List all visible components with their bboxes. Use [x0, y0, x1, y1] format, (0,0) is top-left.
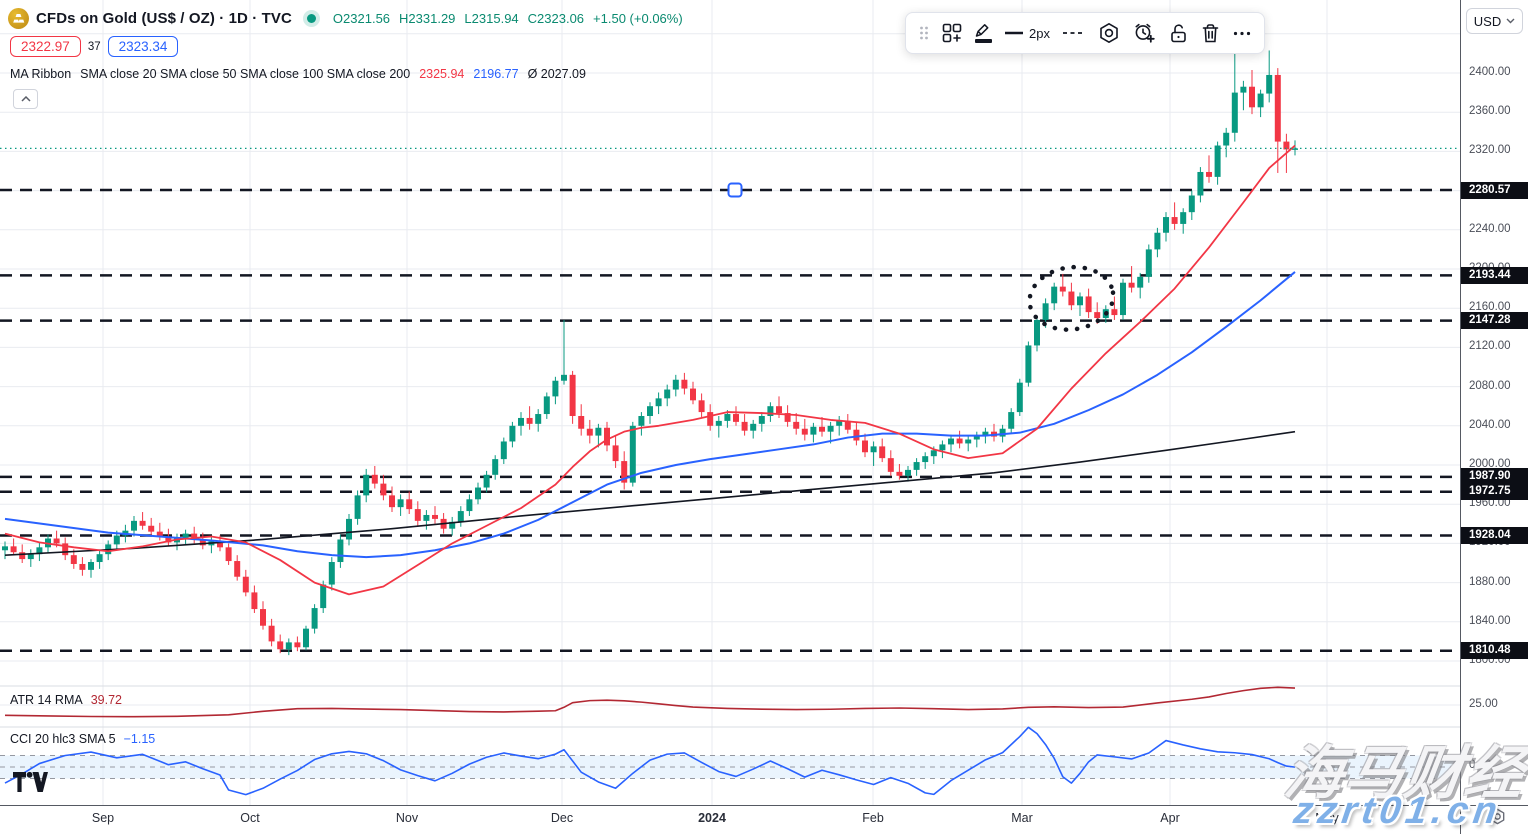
time-label: Dec — [551, 811, 573, 825]
add-alert-icon[interactable] — [1133, 22, 1156, 44]
grid-layer — [0, 0, 1460, 805]
gold-coin-icon — [8, 8, 29, 29]
price-level-badge: 1928.04 — [1461, 527, 1528, 544]
ma-lines-layer — [5, 146, 1295, 595]
drawing-toolbar: 2px — [905, 12, 1265, 54]
settings-icon[interactable] — [1098, 22, 1120, 44]
watermark-url: zzrt01.cn — [1291, 790, 1505, 833]
chevron-down-icon — [1506, 18, 1515, 24]
change-value: +1.50 (+0.06%) — [593, 11, 683, 26]
price-tick: 1880.00 — [1469, 576, 1511, 588]
time-label: Apr — [1160, 811, 1179, 825]
time-label: 2024 — [698, 811, 726, 825]
price-tick: 2040.00 — [1469, 419, 1511, 431]
atr-label: ATR 14 RMA — [10, 693, 83, 707]
time-label: Mar — [1011, 811, 1033, 825]
unlock-icon[interactable] — [1169, 23, 1188, 44]
drawing-anchor-handle[interactable] — [729, 184, 742, 197]
indicator-name: MA Ribbon — [10, 67, 71, 81]
sma-average-value: Ø 2027.09 — [528, 67, 586, 81]
buy-button[interactable]: 2323.34 — [108, 36, 179, 57]
low-value: 2315.94 — [472, 11, 519, 26]
price-tick: 2080.00 — [1469, 380, 1511, 392]
line-width-label: 2px — [1029, 26, 1050, 41]
price-level-badge: 2147.28 — [1461, 312, 1528, 329]
ohlc-readout: O2321.56 H2331.29 L2315.94 C2323.06 +1.5… — [333, 11, 683, 26]
close-value: 2323.06 — [537, 11, 584, 26]
candles-layer — [2, 50, 1298, 655]
cci-value: −1.15 — [124, 732, 156, 746]
price-level-badge: 1972.75 — [1461, 483, 1528, 500]
indicator-axis-tick: 25.00 — [1469, 698, 1498, 710]
symbol-title[interactable]: CFDs on Gold (US$ / OZ) · 1D · TVC — [36, 10, 292, 27]
price-tick: 2120.00 — [1469, 340, 1511, 352]
indicator-params: SMA close 20 SMA close 50 SMA close 100 … — [80, 67, 410, 81]
currency-dropdown[interactable]: USD — [1466, 8, 1523, 34]
add-to-templates-icon[interactable] — [942, 23, 962, 43]
price-tick: 2360.00 — [1469, 105, 1511, 117]
symbol-header: CFDs on Gold (US$ / OZ) · 1D · TVC O2321… — [8, 8, 683, 29]
atr-value: 39.72 — [91, 693, 122, 707]
ma-ribbon-legend[interactable]: MA Ribbon SMA close 20 SMA close 50 SMA … — [10, 67, 586, 81]
price-axis[interactable]: 2400.002360.002320.002240.002200.002160.… — [1461, 0, 1528, 805]
price-tick: 1840.00 — [1469, 615, 1511, 627]
atr-legend[interactable]: ATR 14 RMA 39.72 — [10, 693, 122, 707]
delete-icon[interactable] — [1201, 23, 1220, 44]
sell-button[interactable]: 2322.97 — [10, 36, 81, 57]
time-label: Feb — [862, 811, 884, 825]
price-tick: 2400.00 — [1469, 66, 1511, 78]
open-value: 2321.56 — [343, 11, 390, 26]
price-level-badge: 2280.57 — [1461, 182, 1528, 199]
price-tick: 2240.00 — [1469, 223, 1511, 235]
chart-canvas[interactable] — [0, 0, 1528, 834]
collapse-legend-button[interactable] — [13, 89, 38, 109]
line-color-picker[interactable] — [975, 24, 992, 43]
cci-label: CCI 20 hlc3 SMA 5 — [10, 732, 116, 746]
time-label: Sep — [92, 811, 114, 825]
more-options-icon[interactable] — [1233, 31, 1251, 36]
tradingview-logo[interactable] — [12, 770, 48, 799]
high-value: 2331.29 — [408, 11, 455, 26]
atr-line — [5, 687, 1295, 716]
price-level-badge: 1810.48 — [1461, 642, 1528, 659]
selected-color-swatch — [975, 39, 992, 43]
line-style-control[interactable] — [1063, 31, 1085, 35]
time-label: Nov — [396, 811, 418, 825]
currency-label: USD — [1474, 14, 1501, 29]
bid-ask-row: 2322.97 37 2323.34 — [10, 36, 178, 57]
trading-chart-window: CFDs on Gold (US$ / OZ) · 1D · TVC O2321… — [0, 0, 1528, 834]
cci-legend[interactable]: CCI 20 hlc3 SMA 5 −1.15 — [10, 732, 155, 746]
market-status-icon[interactable] — [307, 14, 316, 23]
time-label: Oct — [240, 811, 259, 825]
drag-handle-icon[interactable] — [919, 25, 929, 41]
sma50-value: 2196.77 — [473, 67, 518, 81]
line-width-control[interactable]: 2px — [1005, 26, 1050, 41]
spread-value: 37 — [88, 41, 101, 53]
price-tick: 2320.00 — [1469, 144, 1511, 156]
sma20-value: 2325.94 — [419, 67, 464, 81]
price-level-badge: 2193.44 — [1461, 267, 1528, 284]
